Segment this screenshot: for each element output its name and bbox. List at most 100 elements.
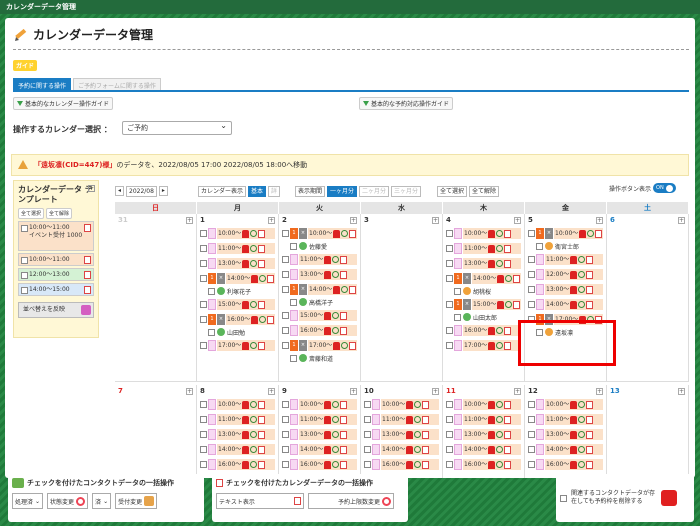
link-icon[interactable] — [578, 431, 586, 438]
contact-checkbox[interactable] — [454, 287, 461, 295]
doc-icon[interactable] — [258, 259, 266, 268]
slot-checkbox[interactable] — [282, 256, 289, 263]
slot-checkbox[interactable] — [282, 312, 289, 319]
link-icon[interactable] — [332, 446, 340, 453]
slot-checkbox[interactable] — [446, 342, 453, 349]
reservation-slot[interactable]: 14:00〜 — [200, 443, 275, 456]
link-icon[interactable] — [496, 260, 504, 267]
person-icon[interactable] — [324, 326, 332, 335]
doc-icon[interactable] — [340, 430, 348, 439]
slot-checkbox[interactable] — [446, 275, 453, 282]
person-icon[interactable] — [488, 229, 496, 238]
template-item-checkbox[interactable] — [21, 272, 28, 279]
add-slot-button[interactable]: + — [432, 217, 439, 224]
reservation-slot[interactable]: 13:00〜 — [364, 428, 439, 441]
slot-checkbox[interactable] — [446, 401, 453, 408]
slot-checkbox[interactable] — [446, 461, 453, 468]
link-icon[interactable] — [259, 316, 267, 323]
person-icon[interactable] — [488, 259, 496, 268]
reservation-slot[interactable]: 15:00〜 — [200, 298, 275, 311]
slot-checkbox[interactable] — [446, 301, 453, 308]
reservation-slot[interactable]: 11:00〜 — [446, 413, 521, 426]
link-icon[interactable] — [250, 401, 258, 408]
add-slot-button[interactable]: + — [186, 217, 193, 224]
period-2month-button[interactable]: 二ヶ月分 — [359, 185, 390, 197]
reservation-slot[interactable]: 16:00〜 — [282, 324, 357, 337]
link-icon[interactable] — [250, 301, 258, 308]
template-item[interactable]: 12:00〜13:00 — [18, 268, 94, 281]
contact-checkbox[interactable] — [290, 298, 297, 306]
link-icon[interactable] — [332, 271, 340, 278]
link-icon[interactable] — [578, 271, 586, 278]
doc-icon[interactable] — [504, 229, 512, 238]
reservation-slot[interactable]: 11:00〜 — [200, 413, 275, 426]
link-icon[interactable] — [250, 230, 258, 237]
person-icon[interactable] — [488, 445, 496, 454]
doc-icon[interactable] — [422, 415, 430, 424]
contact-checkbox[interactable] — [536, 242, 543, 250]
doc-icon[interactable] — [258, 300, 266, 309]
link-icon[interactable] — [341, 342, 349, 349]
period-1month-button[interactable]: 一ヶ月分 — [327, 185, 358, 197]
doc-icon[interactable] — [504, 244, 512, 253]
add-slot-button[interactable]: + — [678, 217, 685, 224]
doc-icon[interactable] — [586, 460, 594, 469]
add-slot-button[interactable]: + — [350, 217, 357, 224]
doc-icon[interactable] — [586, 255, 594, 264]
close-slot-button[interactable]: × — [299, 228, 307, 239]
slot-checkbox[interactable] — [528, 431, 535, 438]
doc-icon[interactable] — [586, 430, 594, 439]
reservation-slot[interactable]: 11:00〜 — [364, 413, 439, 426]
reservation-slot[interactable]: 17:00〜 — [446, 339, 521, 352]
doc-icon[interactable] — [586, 285, 594, 294]
doc-icon[interactable] — [340, 445, 348, 454]
reservation-slot[interactable]: 1 × 10:00〜 — [528, 227, 603, 240]
contact-entry[interactable]: 胡桃桜 — [454, 286, 521, 296]
person-icon[interactable] — [242, 445, 250, 454]
slot-checkbox[interactable] — [200, 260, 207, 267]
person-icon[interactable] — [406, 460, 414, 469]
close-slot-button[interactable]: × — [463, 273, 471, 284]
reservation-slot[interactable]: 14:00〜 — [364, 443, 439, 456]
person-icon[interactable] — [570, 415, 578, 424]
slot-checkbox[interactable] — [528, 286, 535, 293]
link-icon[interactable] — [332, 401, 340, 408]
link-icon[interactable] — [578, 301, 586, 308]
link-icon[interactable] — [250, 461, 258, 468]
slot-checkbox[interactable] — [528, 271, 535, 278]
link-icon[interactable] — [332, 256, 340, 263]
next-month-button[interactable]: ▸ — [158, 186, 168, 196]
person-icon[interactable] — [324, 270, 332, 279]
contact-entry[interactable]: 利塚花子 — [208, 286, 275, 296]
doc-icon[interactable] — [340, 311, 348, 320]
reservation-slot[interactable]: 16:00〜 — [200, 458, 275, 471]
slot-checkbox[interactable] — [528, 461, 535, 468]
reservation-slot[interactable]: 10:00〜 — [446, 398, 521, 411]
doc-icon[interactable] — [504, 400, 512, 409]
delete-option-checkbox[interactable] — [560, 494, 567, 502]
reservation-slot[interactable]: 14:00〜 — [528, 443, 603, 456]
link-icon[interactable] — [496, 245, 504, 252]
contact-checkbox[interactable] — [290, 354, 297, 362]
person-icon[interactable] — [242, 229, 250, 238]
close-slot-button[interactable]: × — [299, 340, 307, 351]
link-icon[interactable] — [332, 431, 340, 438]
slot-checkbox[interactable] — [282, 446, 289, 453]
reservation-slot[interactable]: 10:00〜 — [528, 398, 603, 411]
doc-icon[interactable] — [267, 274, 274, 283]
reservation-slot[interactable]: 13:00〜 — [528, 428, 603, 441]
reservation-slot[interactable]: 16:00〜 — [364, 458, 439, 471]
reservation-slot[interactable]: 17:00〜 — [200, 339, 275, 352]
person-icon[interactable] — [242, 244, 250, 253]
add-slot-button[interactable]: + — [350, 388, 357, 395]
link-icon[interactable] — [587, 230, 595, 237]
close-slot-button[interactable]: × — [299, 284, 307, 295]
reservation-slot[interactable]: 1 × 15:00〜 — [446, 298, 521, 311]
reservation-slot[interactable]: 11:00〜 — [446, 242, 521, 255]
reservation-guide-button[interactable]: 基本的な予約対応操作ガイド — [359, 97, 454, 110]
link-icon[interactable] — [578, 416, 586, 423]
person-icon[interactable] — [333, 229, 341, 238]
slot-checkbox[interactable] — [200, 275, 207, 282]
visit-select[interactable]: 済 ⌄ — [92, 493, 112, 509]
doc-icon[interactable] — [513, 300, 520, 309]
